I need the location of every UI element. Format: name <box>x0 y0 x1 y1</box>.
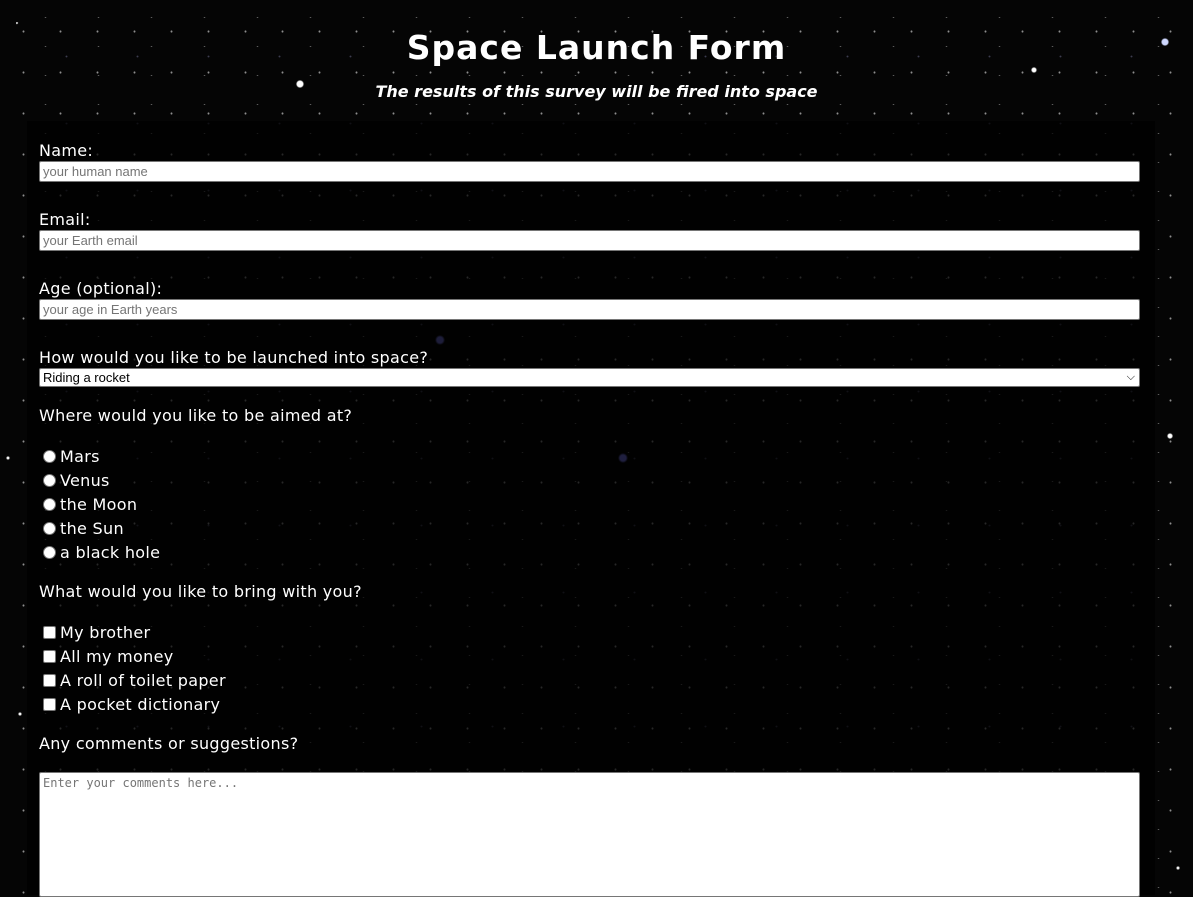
chevron-down-icon: ⌵ <box>1126 371 1135 383</box>
bring-option-brother[interactable]: My brother <box>39 620 226 644</box>
age-input[interactable] <box>39 299 1140 320</box>
bring-option-dictionary[interactable]: A pocket dictionary <box>39 692 226 716</box>
target-option-label: Venus <box>60 470 110 490</box>
bring-option-label: A pocket dictionary <box>60 694 221 714</box>
comments-textarea[interactable] <box>39 772 1140 897</box>
comments-field-wrapper <box>39 772 1140 897</box>
checkbox[interactable] <box>43 673 56 687</box>
bring-option-label: My brother <box>60 622 151 642</box>
target-option-moon[interactable]: the Moon <box>39 492 160 516</box>
target-group: Where would you like to be aimed at? <box>39 406 352 426</box>
launch-method-selected-value: Riding a rocket <box>43 370 130 385</box>
bring-options: My brother All my money A roll of toilet… <box>39 620 226 716</box>
checkbox[interactable] <box>43 697 56 711</box>
target-label: Where would you like to be aimed at? <box>39 406 353 425</box>
launch-method-group: How would you like to be launched into s… <box>39 348 1140 387</box>
target-option-venus[interactable]: Venus <box>39 468 160 492</box>
email-label: Email: <box>39 210 91 229</box>
bring-option-toilet-paper[interactable]: A roll of toilet paper <box>39 668 226 692</box>
age-field-group: Age (optional): <box>39 279 1140 320</box>
radio-button[interactable] <box>43 449 56 463</box>
target-option-sun[interactable]: the Sun <box>39 516 160 540</box>
email-field-group: Email: <box>39 210 1140 251</box>
checkbox[interactable] <box>43 625 56 639</box>
page-title: Space Launch Form <box>406 28 787 67</box>
bring-label: What would you like to bring with you? <box>39 582 362 601</box>
bring-option-label: All my money <box>60 646 174 666</box>
age-label: Age (optional): <box>39 279 163 298</box>
radio-button[interactable] <box>43 497 56 511</box>
checkbox[interactable] <box>43 649 56 663</box>
page-header: Space Launch Form The results of this su… <box>0 0 1193 102</box>
name-label: Name: <box>39 141 94 160</box>
radio-button[interactable] <box>43 521 56 535</box>
survey-form: Name: Email: Age (optional): How would y… <box>27 121 1155 897</box>
launch-method-label: How would you like to be launched into s… <box>39 348 429 367</box>
launch-method-select[interactable]: Riding a rocket ⌵ <box>39 368 1140 387</box>
bring-option-label: A roll of toilet paper <box>60 670 226 690</box>
target-options: Mars Venus the Moon the Sun a black hole <box>39 444 160 564</box>
bring-option-money[interactable]: All my money <box>39 644 226 668</box>
email-input[interactable] <box>39 230 1140 251</box>
name-field-group: Name: <box>39 141 1140 182</box>
target-option-label: the Sun <box>60 518 124 538</box>
bring-group: What would you like to bring with you? <box>39 582 362 602</box>
radio-button[interactable] <box>43 473 56 487</box>
target-option-label: Mars <box>60 446 100 466</box>
radio-button[interactable] <box>43 545 56 559</box>
target-option-mars[interactable]: Mars <box>39 444 160 468</box>
comments-label: Any comments or suggestions? <box>39 734 299 753</box>
target-option-black-hole[interactable]: a black hole <box>39 540 160 564</box>
comments-group: Any comments or suggestions? <box>39 734 298 754</box>
name-input[interactable] <box>39 161 1140 182</box>
page-subtitle: The results of this survey will be fired… <box>375 82 818 101</box>
target-option-label: the Moon <box>60 494 138 514</box>
target-option-label: a black hole <box>60 542 161 562</box>
